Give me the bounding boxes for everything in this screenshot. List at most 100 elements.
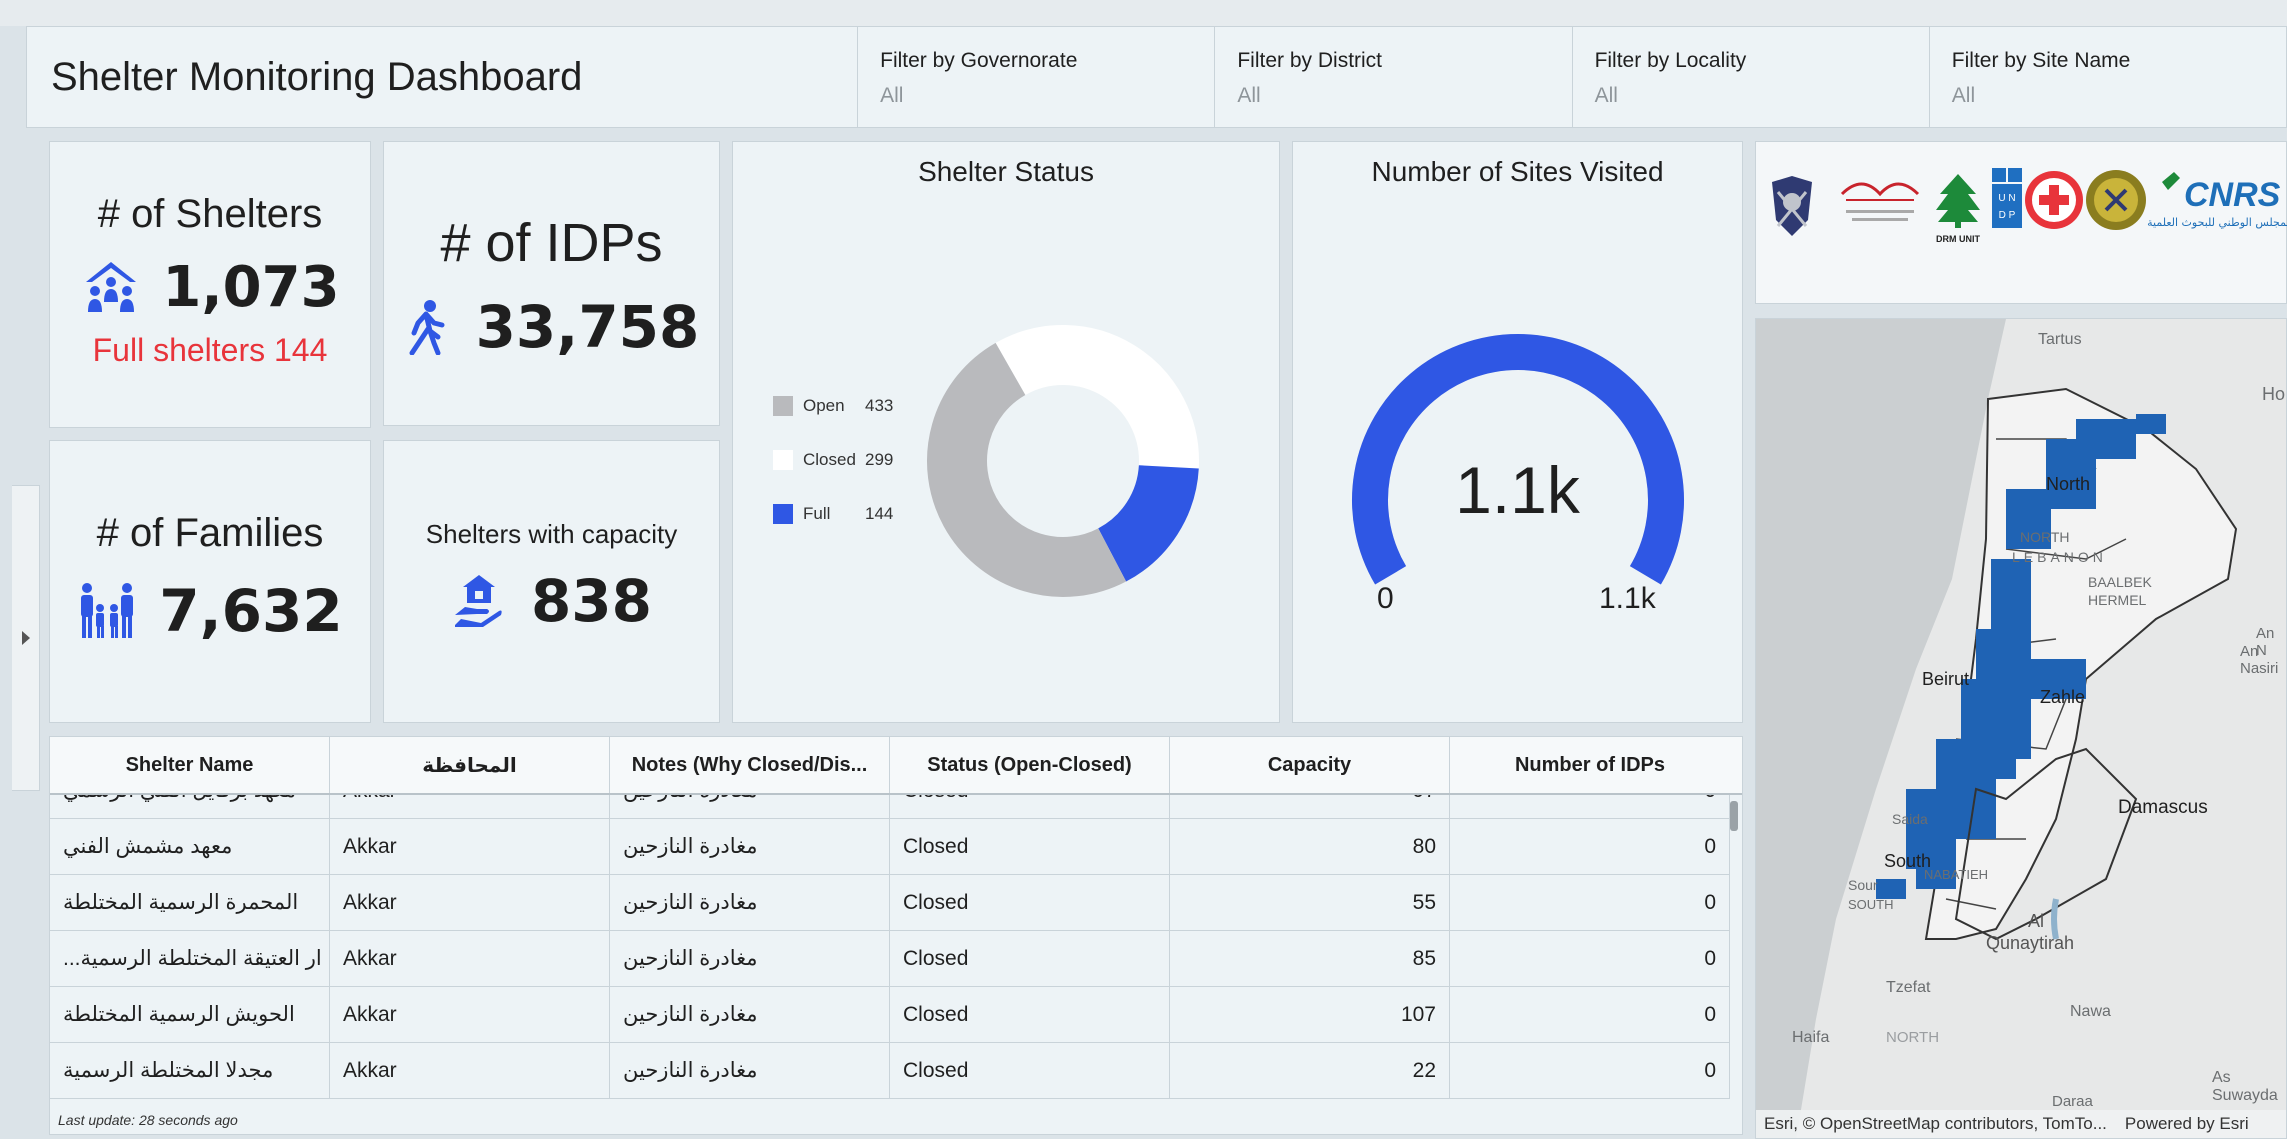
army-shield-logo: [1772, 176, 1812, 236]
last-update-text: Last update: 28 seconds ago: [50, 1112, 1742, 1134]
sites-visited-card: Number of Sites Visited 1.1k 0 1.1k: [1292, 141, 1743, 723]
donut-slice-full[interactable]: [1097, 464, 1199, 582]
table-row[interactable]: ...ار العتيقة المختلطة الرسمية Akkar مغا…: [50, 931, 1730, 987]
column-header[interactable]: Number of IDPs: [1450, 737, 1730, 793]
map-canvas[interactable]: [1756, 319, 2287, 1139]
page-title: Shelter Monitoring Dashboard: [51, 54, 583, 99]
svg-text:DRM UNIT: DRM UNIT: [1936, 234, 1980, 244]
drm-unit-cedar-logo: DRM UNIT: [1936, 174, 1980, 244]
cell-shelter-name: المحمرة الرسمية المختلطة: [50, 875, 330, 930]
filter-governorate[interactable]: Filter by Governorate All: [857, 27, 1214, 127]
map-label: NABATIEH: [1924, 867, 1989, 882]
table-scrollbar[interactable]: [1730, 801, 1738, 831]
filter-label: Filter by District: [1237, 49, 1383, 72]
filter-value[interactable]: All: [880, 84, 1214, 108]
column-header[interactable]: Status (Open-Closed): [890, 737, 1170, 793]
map-label: Beirut: [1922, 669, 1970, 689]
column-header[interactable]: المحافظة: [330, 737, 610, 793]
table-row[interactable]: معهد مشمش الفني Akkar مغادرة النازحين Cl…: [50, 819, 1730, 875]
kpi-value: 1,073: [162, 254, 340, 320]
cell-idps: 0: [1450, 875, 1730, 930]
cell-status: Closed: [890, 931, 1170, 986]
table-row[interactable]: مجدلا المختلطة الرسمية Akkar مغادرة النا…: [50, 1043, 1730, 1099]
sidebar-toggle-button[interactable]: [12, 485, 40, 791]
kpi-families-card: # of Families 7,632: [49, 440, 371, 723]
attribution-text[interactable]: Esri, © OpenStreetMap contributors, TomT…: [1764, 1114, 2107, 1134]
cell-idps: 0: [1450, 795, 1730, 818]
sites-visited-gauge: [1352, 334, 1684, 585]
powered-by-esri[interactable]: Powered by Esri: [2125, 1114, 2249, 1134]
partner-logos-panel: DRM UNIT U N D P CNRS المجلس الوطني للبح…: [1755, 141, 2287, 304]
map-label: Damascus: [2118, 797, 2208, 818]
gauge-min-label: 0: [1377, 582, 1394, 615]
column-header[interactable]: Capacity: [1170, 737, 1450, 793]
filter-label: Filter by Governorate: [880, 49, 1078, 72]
kpi-title: # of Shelters: [97, 192, 323, 236]
cell-idps: 0: [1450, 1043, 1730, 1098]
kpi-idps-card: # of IDPs 33,758: [383, 141, 720, 426]
partner-logos-image: DRM UNIT U N D P CNRS المجلس الوطني للبح…: [1772, 168, 2287, 244]
cell-capacity: 55: [1170, 875, 1450, 930]
filter-locality[interactable]: Filter by Locality All: [1571, 27, 1929, 127]
shelter-status-donut-chart: [927, 325, 1199, 597]
shelter-map[interactable]: Tartus Hom North NORTH LEBANON BAALBEK H…: [1755, 318, 2287, 1139]
cell-status: Closed: [890, 819, 1170, 874]
column-header[interactable]: Notes (Why Closed/Dis...: [610, 737, 890, 793]
dashboard-header: Shelter Monitoring Dashboard Filter by G…: [26, 26, 2287, 128]
map-label: SOUTH: [1848, 897, 1894, 912]
donut-slice-closed[interactable]: [995, 325, 1199, 469]
map-label: Al: [2028, 911, 2045, 931]
map-label: HERMEL: [2088, 592, 2147, 608]
filter-value[interactable]: All: [1237, 84, 1571, 108]
map-label: Tzefat: [1886, 979, 1931, 996]
table-row[interactable]: الحويش الرسمية المختلطة Akkar مغادرة الن…: [50, 987, 1730, 1043]
map-label: Sour: [1848, 877, 1878, 893]
cell-notes: مغادرة النازحين: [610, 931, 890, 986]
filter-value[interactable]: All: [1952, 84, 2286, 108]
cell-status: Closed: [890, 987, 1170, 1042]
cell-idps: 0: [1450, 931, 1730, 986]
donut-slice-open[interactable]: [927, 342, 1127, 597]
filter-label: Filter by Locality: [1594, 49, 1747, 72]
cell-notes: مغادرة النازحين: [610, 795, 890, 818]
kpi-capacity-card: Shelters with capacity 838: [383, 440, 720, 723]
table-row[interactable]: المحمرة الرسمية المختلطة Akkar مغادرة ال…: [50, 875, 1730, 931]
cell-capacity: 22: [1170, 1043, 1450, 1098]
filter-value[interactable]: All: [1595, 84, 1929, 108]
hand-house-icon: [454, 575, 502, 627]
cell-governorate: Akkar: [330, 795, 610, 818]
window-top-bar: [0, 0, 2287, 26]
table-row[interactable]: معهد برقايل الفني الرسمي Akkar مغادرة ال…: [50, 795, 1730, 819]
kpi-title: # of IDPs: [440, 213, 663, 273]
cell-idps: 0: [1450, 987, 1730, 1042]
cell-capacity: 80: [1170, 819, 1450, 874]
map-label: NORTH: [2020, 529, 2070, 545]
red-cross-logo: [2025, 171, 2083, 229]
cell-idps: 0: [1450, 819, 1730, 874]
map-label: NORTH: [1886, 1029, 1940, 1046]
filter-district[interactable]: Filter by District All: [1214, 27, 1571, 127]
map-label: Qunaytirah: [1986, 933, 2075, 953]
cell-capacity: 97: [1170, 795, 1450, 818]
cell-shelter-name: معهد برقايل الفني الرسمي: [50, 795, 330, 818]
cell-status: Closed: [890, 1043, 1170, 1098]
column-header[interactable]: Shelter Name: [50, 737, 330, 793]
shelter-status-card: Shelter Status Open 433 Closed 299 Full …: [732, 141, 1280, 723]
kpi-value: 7,632: [159, 577, 343, 645]
filter-site-name[interactable]: Filter by Site Name All: [1928, 27, 2286, 127]
map-label: Nawa: [2070, 1003, 2111, 1020]
map-attribution: Esri, © OpenStreetMap contributors, TomT…: [1756, 1110, 2286, 1138]
svg-text:المجلس الوطني للبحوث العلمية: المجلس الوطني للبحوث العلمية: [2147, 216, 2287, 229]
cell-notes: مغادرة النازحين: [610, 1043, 890, 1098]
cell-governorate: Akkar: [330, 1043, 610, 1098]
map-label: Tartus: [2038, 331, 2082, 348]
undp-logo: U N D P: [1992, 168, 2022, 228]
table-body[interactable]: معهد برقايل الفني الرسمي Akkar مغادرة ال…: [50, 795, 1730, 1113]
walking-person-icon: [409, 300, 445, 355]
civil-defense-logo: [2086, 170, 2146, 230]
gauge-value: 1.1k: [1455, 453, 1580, 527]
kpi-value: 838: [530, 567, 653, 635]
kpi-shelters-card: # of Shelters 1,073 Full shelters 144: [49, 141, 371, 428]
shelter-table: Shelter Name المحافظة Notes (Why Closed/…: [49, 736, 1743, 1135]
cell-shelter-name: مجدلا المختلطة الرسمية: [50, 1043, 330, 1098]
